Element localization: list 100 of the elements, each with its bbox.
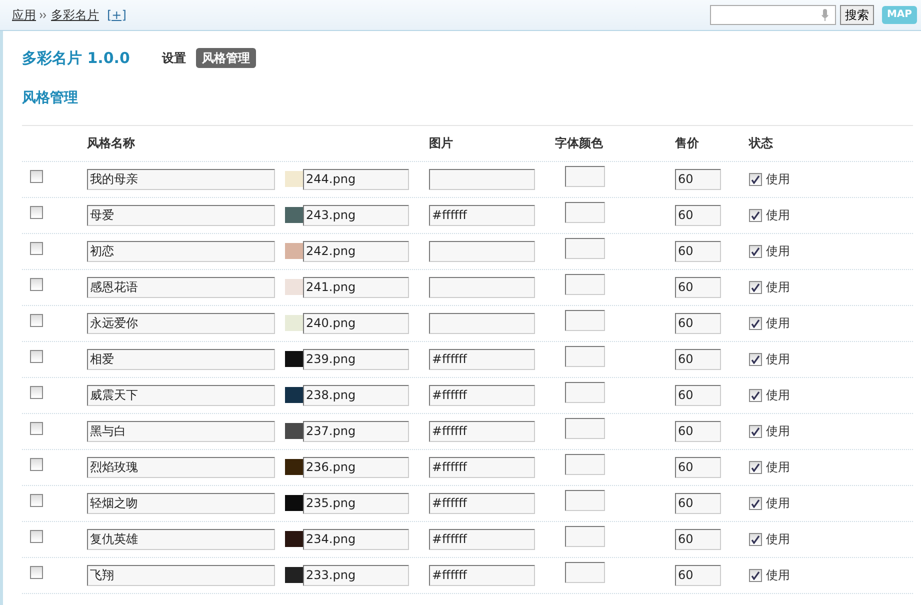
color-swatch[interactable] — [565, 274, 605, 295]
color-swatch[interactable] — [565, 382, 605, 403]
image-field[interactable]: 242.png — [303, 240, 409, 262]
image-field[interactable]: 244.png — [303, 168, 409, 190]
color-swatch[interactable] — [565, 166, 605, 187]
status-label: 使用 — [766, 171, 790, 188]
name-field[interactable]: 烈焰玫瑰 — [87, 456, 275, 478]
status-checkbox[interactable] — [749, 208, 762, 222]
price-field[interactable]: 60 — [675, 276, 721, 298]
price-field[interactable]: 60 — [675, 168, 721, 190]
row-checkbox[interactable] — [30, 314, 43, 327]
image-field[interactable]: 238.png — [303, 384, 409, 406]
name-field[interactable]: 复仇英雄 — [87, 528, 275, 550]
font-color-field[interactable] — [429, 168, 535, 190]
font-color-field[interactable]: #ffffff — [429, 204, 535, 226]
status-label: 使用 — [766, 531, 790, 548]
status-checkbox[interactable] — [749, 568, 762, 582]
search-field[interactable] — [710, 5, 836, 25]
font-color-field[interactable]: #ffffff — [429, 456, 535, 478]
row-checkbox[interactable] — [30, 386, 43, 399]
tab[interactable]: 风格管理 — [196, 48, 256, 68]
price-field[interactable]: 60 — [675, 312, 721, 334]
breadcrumb-link[interactable]: 多彩名片 — [51, 6, 99, 24]
font-color-field[interactable]: #ffffff — [429, 420, 535, 442]
row-checkbox[interactable] — [30, 566, 43, 579]
font-color-field[interactable]: #ffffff — [429, 348, 535, 370]
status-label: 使用 — [766, 207, 790, 224]
column-header: 售价 — [675, 136, 699, 150]
row-checkbox[interactable] — [30, 458, 43, 471]
search-button[interactable]: 搜索 — [840, 5, 874, 25]
price-field[interactable]: 60 — [675, 204, 721, 226]
font-color-field[interactable] — [429, 312, 535, 334]
image-field[interactable]: 239.png — [303, 348, 409, 370]
image-field[interactable]: 234.png — [303, 528, 409, 550]
image-field[interactable]: 235.png — [303, 492, 409, 514]
status-checkbox[interactable] — [749, 352, 762, 366]
font-color-field[interactable] — [429, 276, 535, 298]
image-field[interactable]: 240.png — [303, 312, 409, 334]
status-checkbox[interactable] — [749, 316, 762, 330]
row-checkbox[interactable] — [30, 242, 43, 255]
status-checkbox[interactable] — [749, 172, 762, 186]
font-color-field[interactable]: #ffffff — [429, 564, 535, 586]
color-swatch[interactable] — [565, 526, 605, 547]
microphone-icon — [820, 9, 829, 22]
status-label: 使用 — [766, 279, 790, 296]
name-field[interactable]: 母爱 — [87, 204, 275, 226]
row-checkbox[interactable] — [30, 422, 43, 435]
price-field[interactable]: 60 — [675, 528, 721, 550]
breadcrumb-link[interactable]: 应用 — [12, 6, 36, 24]
status-checkbox[interactable] — [749, 280, 762, 294]
color-swatch[interactable] — [565, 562, 605, 583]
price-field[interactable]: 60 — [675, 492, 721, 514]
row-checkbox[interactable] — [30, 494, 43, 507]
app-title: 多彩名片 1.0.0 — [22, 48, 130, 69]
color-swatch[interactable] — [565, 454, 605, 475]
name-field[interactable]: 威震天下 — [87, 384, 275, 406]
color-swatch[interactable] — [565, 418, 605, 439]
price-field[interactable]: 60 — [675, 384, 721, 406]
price-field[interactable]: 60 — [675, 420, 721, 442]
color-swatch[interactable] — [565, 310, 605, 331]
image-field[interactable]: 236.png — [303, 456, 409, 478]
price-field[interactable]: 60 — [675, 348, 721, 370]
image-field[interactable]: 243.png — [303, 204, 409, 226]
font-color-field[interactable]: #ffffff — [429, 384, 535, 406]
font-color-field[interactable]: #ffffff — [429, 528, 535, 550]
color-swatch[interactable] — [565, 202, 605, 223]
color-swatch[interactable] — [565, 238, 605, 259]
add-link[interactable]: [+] — [107, 6, 126, 24]
image-field[interactable]: 241.png — [303, 276, 409, 298]
status-checkbox[interactable] — [749, 388, 762, 402]
status-checkbox[interactable] — [749, 532, 762, 546]
status-checkbox[interactable] — [749, 496, 762, 510]
row-checkbox[interactable] — [30, 170, 43, 183]
status-checkbox[interactable] — [749, 244, 762, 258]
image-field[interactable]: 237.png — [303, 420, 409, 442]
font-color-field[interactable]: #ffffff — [429, 492, 535, 514]
section-title: 风格管理 — [22, 88, 79, 108]
name-field[interactable]: 飞翔 — [87, 564, 275, 586]
tab[interactable]: 设置 — [156, 48, 192, 68]
row-checkbox[interactable] — [30, 530, 43, 543]
name-field[interactable]: 轻烟之吻 — [87, 492, 275, 514]
status-checkbox[interactable] — [749, 460, 762, 474]
color-swatch[interactable] — [565, 346, 605, 367]
name-field[interactable]: 感恩花语 — [87, 276, 275, 298]
name-field[interactable]: 永远爱你 — [87, 312, 275, 334]
status-checkbox[interactable] — [749, 424, 762, 438]
font-color-field[interactable] — [429, 240, 535, 262]
name-field[interactable]: 黑与白 — [87, 420, 275, 442]
name-field[interactable]: 初恋 — [87, 240, 275, 262]
color-swatch[interactable] — [565, 490, 605, 511]
row-checkbox[interactable] — [30, 350, 43, 363]
price-field[interactable]: 60 — [675, 240, 721, 262]
price-field[interactable]: 60 — [675, 456, 721, 478]
row-checkbox[interactable] — [30, 278, 43, 291]
image-field[interactable]: 233.png — [303, 564, 409, 586]
name-field[interactable]: 我的母亲 — [87, 168, 275, 190]
name-field[interactable]: 相爱 — [87, 348, 275, 370]
status-label: 使用 — [766, 423, 790, 440]
row-checkbox[interactable] — [30, 206, 43, 219]
price-field[interactable]: 60 — [675, 564, 721, 586]
